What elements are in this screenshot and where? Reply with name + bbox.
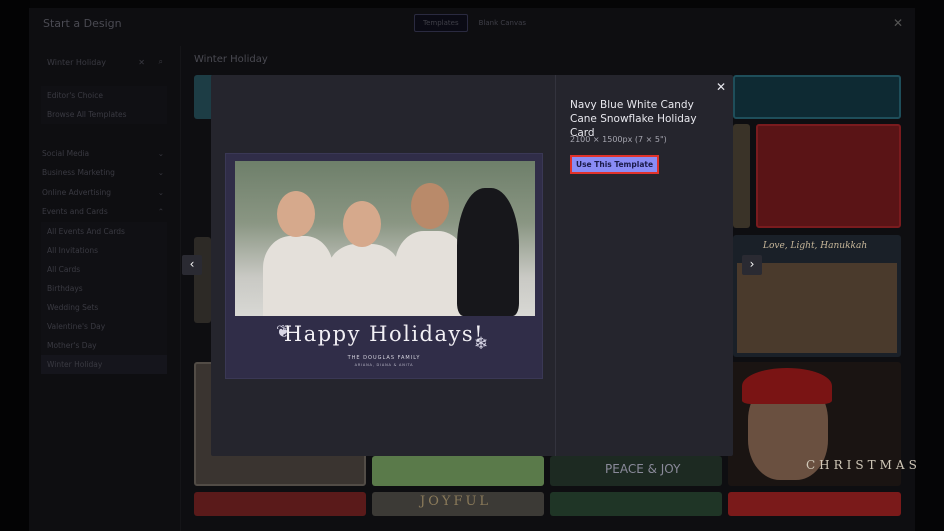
sidebar-item-all-cards[interactable]: All Cards [41, 260, 167, 279]
photo-figure [327, 244, 401, 316]
template-thumb[interactable] [733, 124, 750, 228]
template-thumb[interactable] [194, 492, 366, 516]
template-thumb-christmas[interactable]: CHRISTMAS [728, 362, 917, 486]
card-names: ARIANA, DIANA & ANITA [354, 363, 414, 367]
category-label: Events and Cards [42, 207, 108, 216]
thumb-text: JOYFUL [420, 494, 492, 509]
category-label: Business Marketing [42, 168, 115, 177]
sidebar: Winter Holiday ✕ ⌕ Editor's Choice Brows… [29, 46, 181, 531]
template-preview-card: ❦ Happy Holidays! ❄ THE DOUGLAS FAMILY A… [225, 153, 543, 379]
tab-blank-canvas[interactable]: Blank Canvas [470, 14, 535, 32]
search-input[interactable]: Winter Holiday ✕ ⌕ [41, 54, 167, 72]
sidebar-item-winter-holiday[interactable]: Winter Holiday [41, 355, 167, 374]
snowflake-icon: ❄ [474, 334, 489, 354]
photo-dog [457, 188, 519, 316]
photo-figure [411, 183, 449, 229]
template-thumb[interactable] [728, 492, 901, 516]
sidebar-item-editors-choice[interactable]: Editor's Choice [41, 86, 167, 105]
app-rail [0, 0, 30, 531]
search-value: Winter Holiday [47, 58, 106, 67]
sidebar-item-all-events[interactable]: All Events And Cards [41, 222, 167, 241]
photo-figure [343, 201, 381, 247]
search-icon[interactable]: ⌕ [159, 57, 163, 67]
template-dimensions: 2100 × 1500px (7 × 5") [570, 135, 667, 144]
dialog-title: Start a Design [43, 17, 122, 30]
thumb-text: Love, Light, Hanukkah [763, 241, 868, 251]
thumb-text: PEACE & JOY [605, 462, 681, 476]
photo-figure [263, 236, 333, 316]
previous-arrow-button[interactable]: ‹ [182, 255, 202, 275]
card-family: THE DOUGLAS FAMILY [347, 355, 421, 361]
template-preview-modal: ❦ Happy Holidays! ❄ THE DOUGLAS FAMILY A… [211, 75, 733, 456]
tab-templates[interactable]: Templates [414, 14, 468, 32]
sidebar-item-browse-all[interactable]: Browse All Templates [41, 105, 167, 124]
photo-figure [277, 191, 315, 237]
chevron-down-icon: ⌄ [157, 168, 164, 177]
template-thumb[interactable] [372, 456, 544, 486]
next-arrow-button[interactable]: › [742, 255, 762, 275]
category-events-and-cards[interactable]: Events and Cards ⌃ [42, 207, 164, 216]
preview-pane: ❦ Happy Holidays! ❄ THE DOUGLAS FAMILY A… [211, 75, 556, 456]
sidebar-item-all-invitations[interactable]: All Invitations [41, 241, 167, 260]
category-social-media[interactable]: Social Media ⌄ [42, 149, 164, 158]
use-template-button[interactable]: Use This Template [570, 155, 660, 174]
close-icon[interactable]: ✕ [716, 80, 726, 94]
template-thumb-hanukkah[interactable]: Love, Light, Hanukkah [733, 235, 901, 357]
card-photo [235, 161, 535, 316]
chevron-up-icon: ⌃ [157, 207, 164, 216]
top-links: Editor's Choice Browse All Templates [41, 86, 167, 124]
template-thumb[interactable] [550, 492, 722, 516]
template-thumb[interactable] [733, 75, 901, 119]
sidebar-item-valentines[interactable]: Valentine's Day [41, 317, 167, 336]
santa-hat [742, 368, 832, 404]
template-title: Navy Blue White Candy Cane Snowflake Hol… [570, 99, 697, 139]
dialog-close-icon[interactable]: ✕ [893, 16, 903, 30]
mode-tabs: Templates Blank Canvas [414, 14, 535, 32]
category-label: Online Advertising [42, 188, 112, 197]
sidebar-item-mothers-day[interactable]: Mother's Day [41, 336, 167, 355]
clear-icon[interactable]: ✕ [138, 58, 145, 67]
template-thumb-peace-joy[interactable]: PEACE & JOY [550, 456, 722, 486]
template-thumb[interactable] [756, 124, 901, 228]
sidebar-item-birthdays[interactable]: Birthdays [41, 279, 167, 298]
thumb-text: CHRISTMAS [806, 458, 921, 472]
template-thumb-joyful[interactable]: JOYFUL [372, 492, 544, 516]
thumb-photo [737, 263, 897, 353]
card-greeting: Happy Holidays! [283, 322, 485, 346]
chevron-down-icon: ⌄ [157, 149, 164, 158]
category-business-marketing[interactable]: Business Marketing ⌄ [42, 168, 164, 177]
category-online-advertising[interactable]: Online Advertising ⌄ [42, 188, 164, 197]
section-title: Winter Holiday [194, 54, 268, 65]
events-subitems: All Events And Cards All Invitations All… [41, 222, 167, 374]
chevron-down-icon: ⌄ [157, 188, 164, 197]
template-thumb[interactable] [194, 237, 211, 323]
category-label: Social Media [42, 149, 90, 158]
sidebar-item-wedding-sets[interactable]: Wedding Sets [41, 298, 167, 317]
